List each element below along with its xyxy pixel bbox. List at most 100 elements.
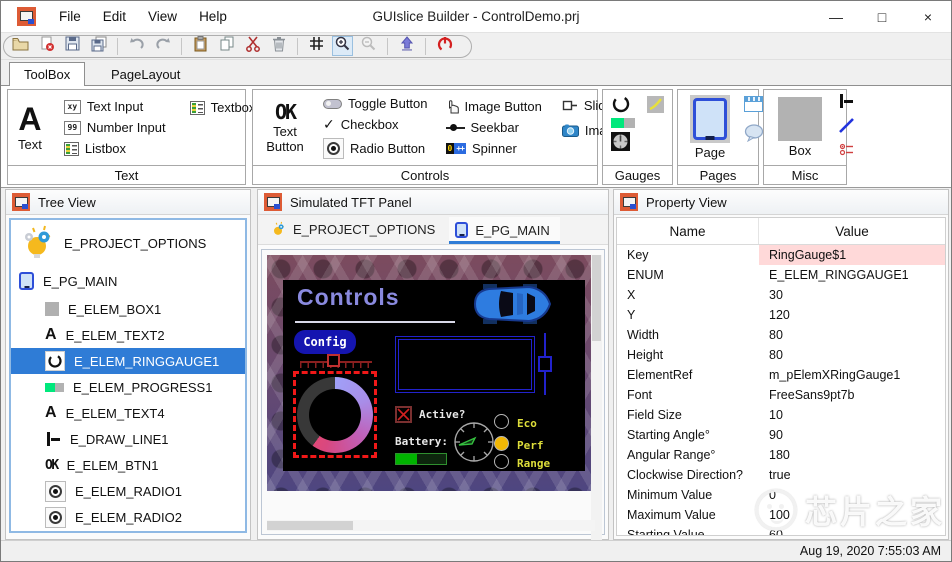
menu-view[interactable]: View — [137, 1, 188, 32]
battery-progress-bar[interactable] — [395, 453, 447, 465]
config-button[interactable]: Config — [294, 330, 356, 354]
cut-button[interactable] — [242, 36, 263, 56]
canvas-vertical-scrollbar[interactable] — [591, 255, 602, 555]
ring-gauge-tool-icon[interactable] — [611, 94, 631, 114]
close-project-button[interactable] — [36, 36, 57, 56]
text-button-icon: OK — [275, 102, 295, 122]
menu-edit[interactable]: Edit — [92, 1, 137, 32]
textbox-widget[interactable] — [395, 336, 535, 393]
tree-item-text4[interactable]: A E_ELEM_TEXT4 — [11, 400, 245, 426]
close-button[interactable]: × — [905, 1, 951, 32]
toolbox-spinner[interactable]: 0++Spinner — [446, 141, 542, 156]
tft-tab-pg-main[interactable]: E_PG_MAIN — [449, 217, 559, 244]
radial-gauge-tool-icon[interactable] — [611, 132, 630, 151]
scrollbar-thumb[interactable] — [592, 255, 601, 341]
base-page-icon[interactable] — [744, 96, 763, 112]
tree-item-line1[interactable]: E_DRAW_LINE1 — [11, 426, 245, 452]
grid-button[interactable] — [306, 36, 327, 56]
screen-title-text[interactable]: Controls — [297, 284, 400, 311]
menu-help[interactable]: Help — [188, 1, 238, 32]
toolbox-text-input[interactable]: xyText Input — [64, 99, 166, 114]
property-row: Starting Value60 — [617, 525, 945, 536]
zoom-out-button[interactable] — [358, 36, 379, 56]
tree-item-box1[interactable]: E_ELEM_BOX1 — [11, 296, 245, 322]
tree-list[interactable]: E_PROJECT_OPTIONS E_PG_MAIN E_ELEM_BOX1 … — [9, 218, 247, 533]
tree-item-radio1[interactable]: E_ELEM_RADIO1 — [11, 478, 245, 504]
radio-perf[interactable] — [494, 436, 509, 451]
save-as-button[interactable] — [88, 36, 109, 56]
tft-tab-project-options[interactable]: E_PROJECT_OPTIONS — [264, 216, 445, 244]
box-icon — [778, 97, 822, 141]
ring-gauge-widget[interactable] — [297, 377, 373, 453]
toolbox-toggle-button[interactable]: Toggle Button — [323, 96, 428, 111]
toolbox-page[interactable]: Page — [684, 95, 736, 160]
paste-button[interactable] — [190, 36, 211, 56]
redo-button[interactable] — [152, 36, 173, 56]
textbox-scrollbar-thumb[interactable] — [538, 356, 552, 372]
tree-item-radio2[interactable]: E_ELEM_RADIO2 — [11, 504, 245, 530]
toolbar — [1, 33, 951, 60]
toolbox-seekbar[interactable]: Seekbar — [446, 120, 542, 135]
toolbox-radio-button[interactable]: Radio Button — [323, 138, 428, 159]
import-button[interactable] — [396, 36, 417, 56]
toolbox-textbox[interactable]: Textbox — [190, 100, 256, 115]
copy-button[interactable] — [216, 36, 237, 56]
tree-view-header: Tree View — [6, 190, 250, 215]
diagonal-line-icon[interactable] — [838, 117, 855, 134]
toolbox-box[interactable]: Box — [772, 97, 828, 158]
toolbar-separator — [387, 38, 388, 55]
radio-icon — [45, 481, 66, 502]
canvas-horizontal-scrollbar[interactable] — [267, 520, 595, 531]
spinner-icon: 0++ — [446, 143, 466, 154]
tab-pagelayout[interactable]: PageLayout — [97, 62, 194, 86]
zoom-in-button[interactable] — [332, 36, 353, 56]
column-header-value: Value — [759, 218, 945, 244]
ramp-gauge-tool-icon[interactable] — [647, 96, 664, 113]
tree-item-ringgauge1[interactable]: E_ELEM_RINGGAUGE1 — [11, 348, 245, 374]
toolbox-text-button[interactable]: OK Text Button — [257, 102, 313, 154]
tab-toolbox[interactable]: ToolBox — [9, 62, 85, 86]
zoom-out-icon — [361, 36, 376, 56]
radial-gauge-widget[interactable] — [453, 421, 495, 468]
tree-view-panel: Tree View E_PROJECT_OPTIONS E_PG_MAIN E_… — [5, 189, 251, 540]
menu-file[interactable]: File — [48, 1, 92, 32]
upload-arrow-icon — [400, 36, 414, 56]
page-icon — [455, 222, 468, 238]
tft-screen[interactable]: Controls Config — [283, 280, 585, 471]
popup-page-icon[interactable] — [744, 124, 764, 142]
tree-item-btn1[interactable]: OK E_ELEM_BTN1 — [11, 452, 245, 478]
tree-item-text2[interactable]: A E_ELEM_TEXT2 — [11, 322, 245, 348]
progress-bar-tool-icon[interactable] — [611, 118, 635, 128]
toolbox-ribbon: A Text xyText Input 99Number Input Listb… — [1, 85, 951, 188]
slider-handle[interactable] — [327, 354, 340, 367]
tree-item-progress1[interactable]: E_ELEM_PROGRESS1 — [11, 374, 245, 400]
radio-eco[interactable] — [494, 414, 509, 429]
property-row: KeyRingGauge$1 — [617, 245, 945, 265]
scissors-icon — [245, 36, 261, 57]
project-options-icon — [270, 221, 286, 238]
delete-button[interactable] — [268, 36, 289, 56]
toolbox-image-button[interactable]: Image Button — [446, 99, 542, 114]
open-button[interactable] — [10, 36, 31, 56]
listbox-icon — [64, 142, 79, 156]
save-as-icon — [91, 36, 107, 57]
maximize-button[interactable]: □ — [859, 1, 905, 32]
toolbox-listbox[interactable]: Listbox — [64, 141, 166, 156]
tree-item-pg-main[interactable]: E_PG_MAIN — [11, 266, 245, 296]
line-tool-icon[interactable] — [838, 94, 854, 108]
tree-item-project-options[interactable]: E_PROJECT_OPTIONS — [11, 220, 245, 266]
group-tool-icon[interactable] — [838, 143, 855, 156]
car-image[interactable] — [471, 283, 553, 330]
minimize-button[interactable]: — — [813, 1, 859, 32]
radio-range[interactable] — [494, 454, 509, 469]
toolbox-text[interactable]: A Text — [12, 103, 48, 152]
slider-widget[interactable] — [300, 354, 372, 370]
toolbox-number-input[interactable]: 99Number Input — [64, 120, 166, 135]
exit-button[interactable] — [434, 36, 455, 56]
undo-button[interactable] — [126, 36, 147, 56]
save-button[interactable] — [62, 36, 83, 56]
active-checkbox[interactable] — [395, 406, 412, 423]
toolbox-checkbox[interactable]: ✓Checkbox — [323, 117, 428, 132]
copy-icon — [219, 36, 235, 56]
scrollbar-thumb[interactable] — [267, 521, 353, 530]
